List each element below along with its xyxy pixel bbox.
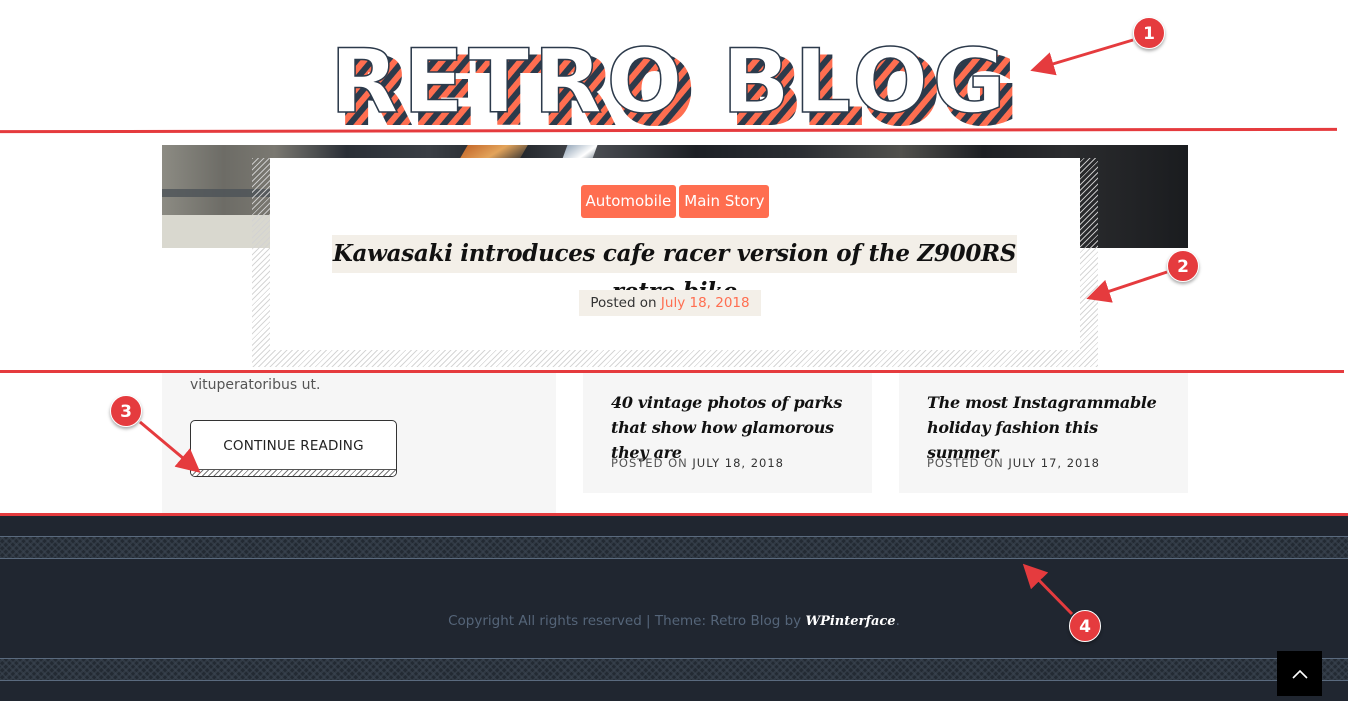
category-list: Automobile Main Story — [270, 185, 1080, 218]
featured-card: Automobile Main Story Kawasaki introduce… — [270, 158, 1080, 350]
annotation-line — [0, 370, 1344, 373]
post-date[interactable]: JULY 17, 2018 — [1008, 456, 1100, 470]
site-logo[interactable]: RETRO BLOG RETRO BLOG — [326, 29, 1026, 146]
post-title[interactable]: The most Instagrammable holiday fashion … — [927, 390, 1167, 465]
footer-pattern-band — [0, 536, 1348, 559]
post-date[interactable]: JULY 18, 2018 — [692, 456, 784, 470]
post-excerpt-card: vituperatoribus ut. CONTINUE READING — [162, 373, 556, 514]
posted-on-label: POSTED ON — [611, 456, 693, 470]
annotation-arrow — [1086, 270, 1168, 303]
annotation-line — [0, 513, 1348, 516]
featured-post-date[interactable]: July 18, 2018 — [661, 295, 750, 311]
copyright-suffix: . — [895, 613, 900, 629]
post-card: The most Instagrammable holiday fashion … — [899, 373, 1188, 493]
post-meta: POSTED ON JULY 18, 2018 — [611, 456, 784, 470]
theme-author-link[interactable]: WPinterface — [805, 614, 895, 629]
category-main-story[interactable]: Main Story — [679, 185, 770, 218]
post-card: 40 vintage photos of parks that show how… — [583, 373, 872, 493]
annotation-marker: 1 — [1133, 17, 1165, 49]
copyright-text: Copyright All rights reserved | Theme: R… — [0, 613, 1348, 629]
footer-pattern-band — [0, 658, 1348, 681]
annotation-marker: 2 — [1167, 250, 1199, 282]
featured-post-title[interactable]: Kawasaki introduces cafe racer version o… — [332, 235, 1017, 305]
posted-on-label: POSTED ON — [927, 456, 1009, 470]
button-hatch-decoration — [191, 469, 396, 476]
continue-reading-button[interactable]: CONTINUE READING — [190, 420, 397, 477]
chevron-up-icon — [1291, 669, 1308, 679]
featured-post-meta: Posted on July 18, 2018 — [579, 290, 761, 316]
category-automobile[interactable]: Automobile — [580, 185, 677, 218]
post-excerpt: vituperatoribus ut. — [190, 377, 321, 393]
post-meta: POSTED ON JULY 17, 2018 — [927, 456, 1100, 470]
annotation-marker: 4 — [1069, 610, 1101, 642]
posted-on-label: Posted on — [590, 295, 661, 311]
logo-graphic: RETRO BLOG RETRO BLOG — [329, 29, 1019, 146]
copyright-label: Copyright All rights reserved | Theme: R… — [448, 613, 806, 629]
annotation-marker: 3 — [110, 395, 142, 427]
scroll-to-top-button[interactable] — [1277, 651, 1322, 696]
continue-reading-label: CONTINUE READING — [223, 438, 364, 454]
logo-text: RETRO BLOG — [330, 30, 1010, 133]
post-title[interactable]: 40 vintage photos of parks that show how… — [611, 390, 851, 465]
site-footer: Copyright All rights reserved | Theme: R… — [0, 516, 1348, 701]
